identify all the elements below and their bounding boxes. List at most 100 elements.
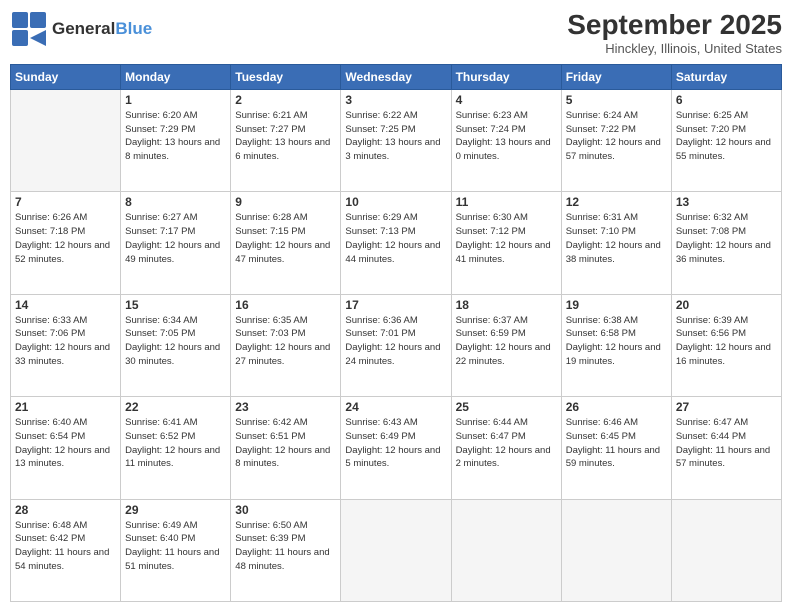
day-number: 13: [676, 195, 777, 209]
day-info: Sunrise: 6:20 AM Sunset: 7:29 PM Dayligh…: [125, 109, 226, 164]
sunset-label: Sunset: 7:25 PM: [345, 124, 415, 135]
day-number: 27: [676, 400, 777, 414]
day-info: Sunrise: 6:48 AM Sunset: 6:42 PM Dayligh…: [15, 519, 116, 574]
calendar-week-row: 14 Sunrise: 6:33 AM Sunset: 7:06 PM Dayl…: [11, 294, 782, 396]
sunrise-label: Sunrise: 6:28 AM: [235, 212, 307, 223]
logo-general: General: [52, 19, 115, 38]
logo: GeneralBlue: [10, 10, 152, 48]
day-number: 9: [235, 195, 336, 209]
table-row: [11, 89, 121, 191]
table-row: 29 Sunrise: 6:49 AM Sunset: 6:40 PM Dayl…: [121, 499, 231, 601]
day-info: Sunrise: 6:44 AM Sunset: 6:47 PM Dayligh…: [456, 416, 557, 471]
sunrise-label: Sunrise: 6:41 AM: [125, 417, 197, 428]
sunrise-label: Sunrise: 6:33 AM: [15, 315, 87, 326]
daylight-label: Daylight: 12 hours and 41 minutes.: [456, 240, 551, 265]
sunset-label: Sunset: 7:13 PM: [345, 226, 415, 237]
table-row: 20 Sunrise: 6:39 AM Sunset: 6:56 PM Dayl…: [671, 294, 781, 396]
logo-text: GeneralBlue: [52, 20, 152, 39]
sunset-label: Sunset: 6:56 PM: [676, 328, 746, 339]
page: GeneralBlue September 2025 Hinckley, Ill…: [0, 0, 792, 612]
sunrise-label: Sunrise: 6:25 AM: [676, 110, 748, 121]
sunrise-label: Sunrise: 6:48 AM: [15, 520, 87, 531]
day-number: 4: [456, 93, 557, 107]
day-info: Sunrise: 6:50 AM Sunset: 6:39 PM Dayligh…: [235, 519, 336, 574]
month-title: September 2025: [567, 10, 782, 41]
day-info: Sunrise: 6:24 AM Sunset: 7:22 PM Dayligh…: [566, 109, 667, 164]
location: Hinckley, Illinois, United States: [567, 41, 782, 56]
day-info: Sunrise: 6:35 AM Sunset: 7:03 PM Dayligh…: [235, 314, 336, 369]
day-info: Sunrise: 6:23 AM Sunset: 7:24 PM Dayligh…: [456, 109, 557, 164]
daylight-label: Daylight: 12 hours and 16 minutes.: [676, 342, 771, 367]
sunset-label: Sunset: 7:18 PM: [15, 226, 85, 237]
day-info: Sunrise: 6:21 AM Sunset: 7:27 PM Dayligh…: [235, 109, 336, 164]
calendar-week-row: 21 Sunrise: 6:40 AM Sunset: 6:54 PM Dayl…: [11, 397, 782, 499]
daylight-label: Daylight: 11 hours and 48 minutes.: [235, 547, 329, 572]
day-number: 22: [125, 400, 226, 414]
sunset-label: Sunset: 6:52 PM: [125, 431, 195, 442]
sunrise-label: Sunrise: 6:42 AM: [235, 417, 307, 428]
daylight-label: Daylight: 12 hours and 47 minutes.: [235, 240, 330, 265]
table-row: 24 Sunrise: 6:43 AM Sunset: 6:49 PM Dayl…: [341, 397, 451, 499]
sunset-label: Sunset: 7:12 PM: [456, 226, 526, 237]
daylight-label: Daylight: 13 hours and 6 minutes.: [235, 137, 330, 162]
table-row: 3 Sunrise: 6:22 AM Sunset: 7:25 PM Dayli…: [341, 89, 451, 191]
day-info: Sunrise: 6:46 AM Sunset: 6:45 PM Dayligh…: [566, 416, 667, 471]
sunrise-label: Sunrise: 6:47 AM: [676, 417, 748, 428]
sunrise-label: Sunrise: 6:30 AM: [456, 212, 528, 223]
col-saturday: Saturday: [671, 64, 781, 89]
day-number: 10: [345, 195, 446, 209]
sunrise-label: Sunrise: 6:43 AM: [345, 417, 417, 428]
day-number: 23: [235, 400, 336, 414]
day-info: Sunrise: 6:40 AM Sunset: 6:54 PM Dayligh…: [15, 416, 116, 471]
sunset-label: Sunset: 7:05 PM: [125, 328, 195, 339]
day-number: 17: [345, 298, 446, 312]
day-info: Sunrise: 6:43 AM Sunset: 6:49 PM Dayligh…: [345, 416, 446, 471]
sunrise-label: Sunrise: 6:34 AM: [125, 315, 197, 326]
day-number: 28: [15, 503, 116, 517]
table-row: 15 Sunrise: 6:34 AM Sunset: 7:05 PM Dayl…: [121, 294, 231, 396]
sunset-label: Sunset: 7:08 PM: [676, 226, 746, 237]
sunset-label: Sunset: 7:06 PM: [15, 328, 85, 339]
daylight-label: Daylight: 12 hours and 57 minutes.: [566, 137, 661, 162]
daylight-label: Daylight: 12 hours and 55 minutes.: [676, 137, 771, 162]
col-thursday: Thursday: [451, 64, 561, 89]
daylight-label: Daylight: 12 hours and 52 minutes.: [15, 240, 110, 265]
daylight-label: Daylight: 11 hours and 57 minutes.: [676, 445, 770, 470]
calendar-table: Sunday Monday Tuesday Wednesday Thursday…: [10, 64, 782, 602]
sunset-label: Sunset: 7:20 PM: [676, 124, 746, 135]
table-row: [451, 499, 561, 601]
sunset-label: Sunset: 6:47 PM: [456, 431, 526, 442]
day-info: Sunrise: 6:28 AM Sunset: 7:15 PM Dayligh…: [235, 211, 336, 266]
daylight-label: Daylight: 12 hours and 11 minutes.: [125, 445, 220, 470]
table-row: 23 Sunrise: 6:42 AM Sunset: 6:51 PM Dayl…: [231, 397, 341, 499]
daylight-label: Daylight: 12 hours and 36 minutes.: [676, 240, 771, 265]
day-number: 16: [235, 298, 336, 312]
day-number: 8: [125, 195, 226, 209]
day-info: Sunrise: 6:41 AM Sunset: 6:52 PM Dayligh…: [125, 416, 226, 471]
day-info: Sunrise: 6:29 AM Sunset: 7:13 PM Dayligh…: [345, 211, 446, 266]
sunrise-label: Sunrise: 6:26 AM: [15, 212, 87, 223]
sunrise-label: Sunrise: 6:35 AM: [235, 315, 307, 326]
day-info: Sunrise: 6:37 AM Sunset: 6:59 PM Dayligh…: [456, 314, 557, 369]
col-monday: Monday: [121, 64, 231, 89]
daylight-label: Daylight: 12 hours and 22 minutes.: [456, 342, 551, 367]
table-row: 7 Sunrise: 6:26 AM Sunset: 7:18 PM Dayli…: [11, 192, 121, 294]
calendar-week-row: 28 Sunrise: 6:48 AM Sunset: 6:42 PM Dayl…: [11, 499, 782, 601]
day-number: 25: [456, 400, 557, 414]
sunset-label: Sunset: 6:54 PM: [15, 431, 85, 442]
sunrise-label: Sunrise: 6:36 AM: [345, 315, 417, 326]
sunrise-label: Sunrise: 6:38 AM: [566, 315, 638, 326]
table-row: 1 Sunrise: 6:20 AM Sunset: 7:29 PM Dayli…: [121, 89, 231, 191]
daylight-label: Daylight: 11 hours and 54 minutes.: [15, 547, 109, 572]
daylight-label: Daylight: 11 hours and 51 minutes.: [125, 547, 219, 572]
day-number: 29: [125, 503, 226, 517]
day-number: 21: [15, 400, 116, 414]
day-info: Sunrise: 6:27 AM Sunset: 7:17 PM Dayligh…: [125, 211, 226, 266]
daylight-label: Daylight: 12 hours and 49 minutes.: [125, 240, 220, 265]
sunrise-label: Sunrise: 6:37 AM: [456, 315, 528, 326]
sunset-label: Sunset: 7:29 PM: [125, 124, 195, 135]
day-number: 15: [125, 298, 226, 312]
table-row: 22 Sunrise: 6:41 AM Sunset: 6:52 PM Dayl…: [121, 397, 231, 499]
sunrise-label: Sunrise: 6:46 AM: [566, 417, 638, 428]
sunrise-label: Sunrise: 6:20 AM: [125, 110, 197, 121]
